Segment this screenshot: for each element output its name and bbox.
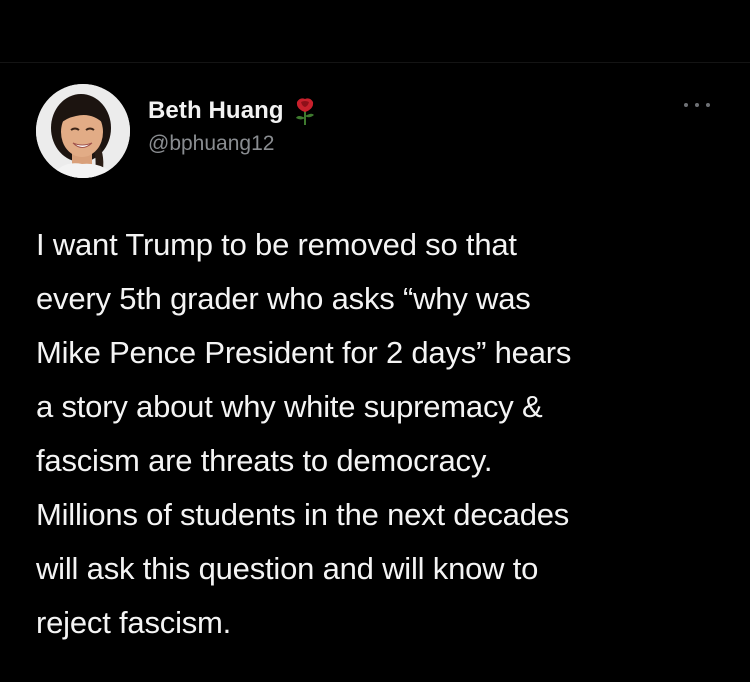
tweet-line: I want Trump to be removed so that	[36, 227, 517, 262]
tweet-line: fascism are threats to democracy.	[36, 443, 493, 478]
avatar[interactable]	[36, 84, 130, 178]
divider	[0, 62, 750, 63]
tweet-card: Beth Huang @bphuang12 I want Trump to be…	[0, 0, 750, 682]
profile-photo-icon	[36, 84, 130, 178]
tweet-line: every 5th grader who asks “why was	[36, 281, 531, 316]
display-name[interactable]: Beth Huang	[148, 97, 284, 125]
tweet-line: a story about why white supremacy &	[36, 389, 543, 424]
tweet-text: I want Trump to be removed so that every…	[36, 218, 726, 650]
author-block: Beth Huang @bphuang12	[148, 96, 318, 156]
rose-icon	[292, 96, 318, 126]
name-row: Beth Huang	[148, 96, 318, 126]
more-options-icon[interactable]	[684, 98, 710, 112]
tweet-line: will ask this question and will know to	[36, 551, 539, 586]
tweet-line: Millions of students in the next decades	[36, 497, 570, 532]
tweet-line: Mike Pence President for 2 days” hears	[36, 335, 572, 370]
dot	[695, 103, 699, 107]
handle[interactable]: @bphuang12	[148, 132, 318, 156]
dot	[706, 103, 710, 107]
tweet-line: reject fascism.	[36, 605, 232, 640]
dot	[684, 103, 688, 107]
